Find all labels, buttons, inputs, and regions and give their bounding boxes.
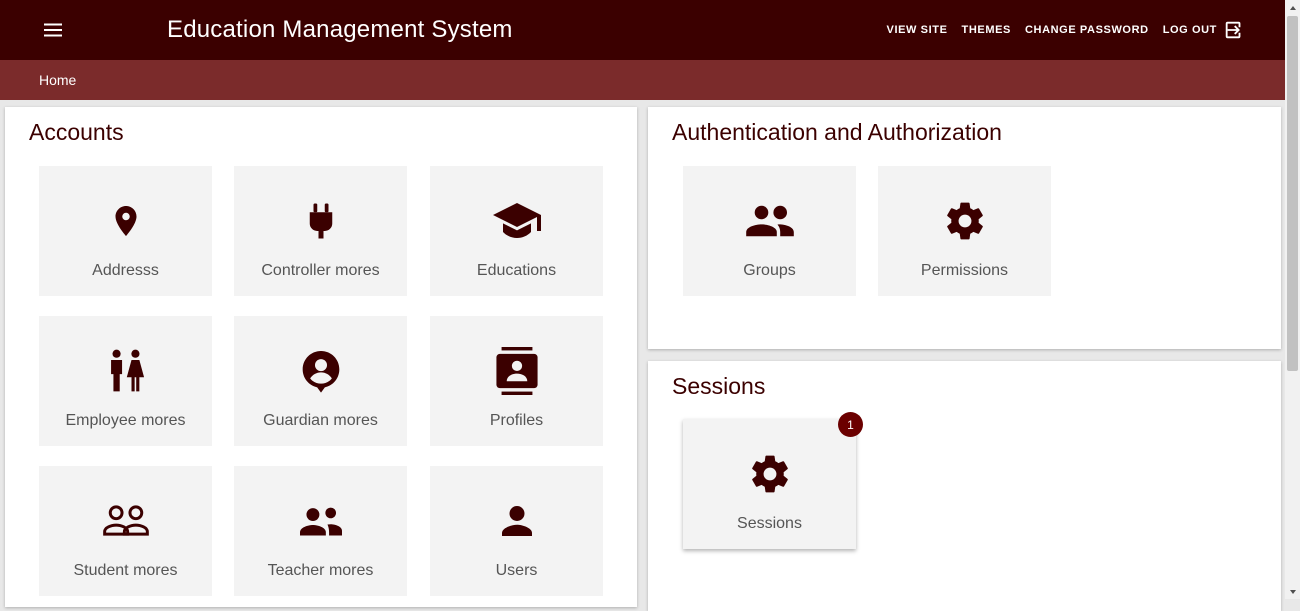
notification-badge: 1 xyxy=(838,412,863,437)
top-nav-links: VIEW SITE THEMES CHANGE PASSWORD LOG OUT xyxy=(873,0,1245,60)
contact-card-icon xyxy=(430,347,603,395)
tile-student-mores[interactable]: Student mores xyxy=(39,466,212,596)
gear-icon xyxy=(683,451,856,497)
group-icon xyxy=(683,198,856,244)
accounts-title: Accounts xyxy=(29,119,124,145)
people-alt-icon xyxy=(234,498,407,544)
tile-label: Groups xyxy=(743,262,796,279)
tile-educations[interactable]: Educations xyxy=(430,166,603,296)
tile-profiles[interactable]: Profiles xyxy=(430,316,603,446)
tile-label: Profiles xyxy=(489,412,544,429)
sessions-title: Sessions xyxy=(672,373,766,399)
tile-controller-mores[interactable]: Controller mores xyxy=(234,166,407,296)
tile-label: Controller mores xyxy=(261,262,380,279)
tile-label: Student mores xyxy=(73,562,178,579)
top-app-bar: Education Management System VIEW SITE TH… xyxy=(0,0,1285,60)
log-out-link[interactable]: LOG OUT xyxy=(1163,19,1245,41)
map-pin-icon xyxy=(39,198,212,244)
auth-title: Authentication and Authorization xyxy=(672,119,1002,145)
menu-button[interactable] xyxy=(36,15,70,45)
tile-guardian-mores[interactable]: Guardian mores xyxy=(234,316,407,446)
plug-icon xyxy=(234,198,407,244)
app-title: Education Management System xyxy=(167,16,513,43)
tile-employee-mores[interactable]: Employee mores xyxy=(39,316,212,446)
tile-teacher-mores[interactable]: Teacher mores xyxy=(234,466,407,596)
triangle-up-icon xyxy=(1289,5,1296,10)
logout-icon xyxy=(1223,19,1245,41)
tile-label: Educations xyxy=(476,262,557,279)
tile-addresss[interactable]: Addresss xyxy=(39,166,212,296)
auth-card: Authentication and Authorization Groups … xyxy=(648,107,1281,349)
tile-label: Guardian mores xyxy=(263,412,378,429)
scroll-down-button[interactable] xyxy=(1285,584,1300,599)
tile-label: Sessions xyxy=(737,515,802,532)
tile-label: Teacher mores xyxy=(267,562,374,579)
sessions-card: Sessions Sessions 1 xyxy=(648,361,1281,611)
accounts-card: Accounts Addresss Controller mores Educa… xyxy=(5,107,637,607)
page-scrollbar[interactable] xyxy=(1285,0,1300,599)
people-outline-icon xyxy=(39,498,212,544)
tile-sessions[interactable]: Sessions 1 xyxy=(683,412,863,549)
tile-label: Permissions xyxy=(920,262,1009,279)
tile-groups[interactable]: Groups xyxy=(683,166,856,296)
scroll-up-button[interactable] xyxy=(1285,0,1300,15)
themes-link[interactable]: THEMES xyxy=(962,24,1011,36)
change-password-link[interactable]: CHANGE PASSWORD xyxy=(1025,24,1149,36)
user-pin-icon xyxy=(234,348,407,394)
view-site-link[interactable]: VIEW SITE xyxy=(887,24,948,36)
triangle-down-icon xyxy=(1289,589,1296,594)
person-icon xyxy=(430,498,603,544)
breadcrumb-home[interactable]: Home xyxy=(39,72,76,88)
gear-icon xyxy=(878,198,1051,244)
graduation-cap-icon xyxy=(430,198,603,244)
log-out-label: LOG OUT xyxy=(1162,24,1217,36)
man-woman-icon xyxy=(39,348,212,394)
breadcrumb: Home xyxy=(0,60,1285,100)
menu-icon xyxy=(44,23,62,37)
tile-label: Users xyxy=(495,562,538,579)
tile-permissions[interactable]: Permissions xyxy=(878,166,1051,296)
tile-users[interactable]: Users xyxy=(430,466,603,596)
scroll-thumb[interactable] xyxy=(1287,16,1298,371)
tile-label: Addresss xyxy=(92,262,159,279)
tile-label: Employee mores xyxy=(65,412,186,429)
